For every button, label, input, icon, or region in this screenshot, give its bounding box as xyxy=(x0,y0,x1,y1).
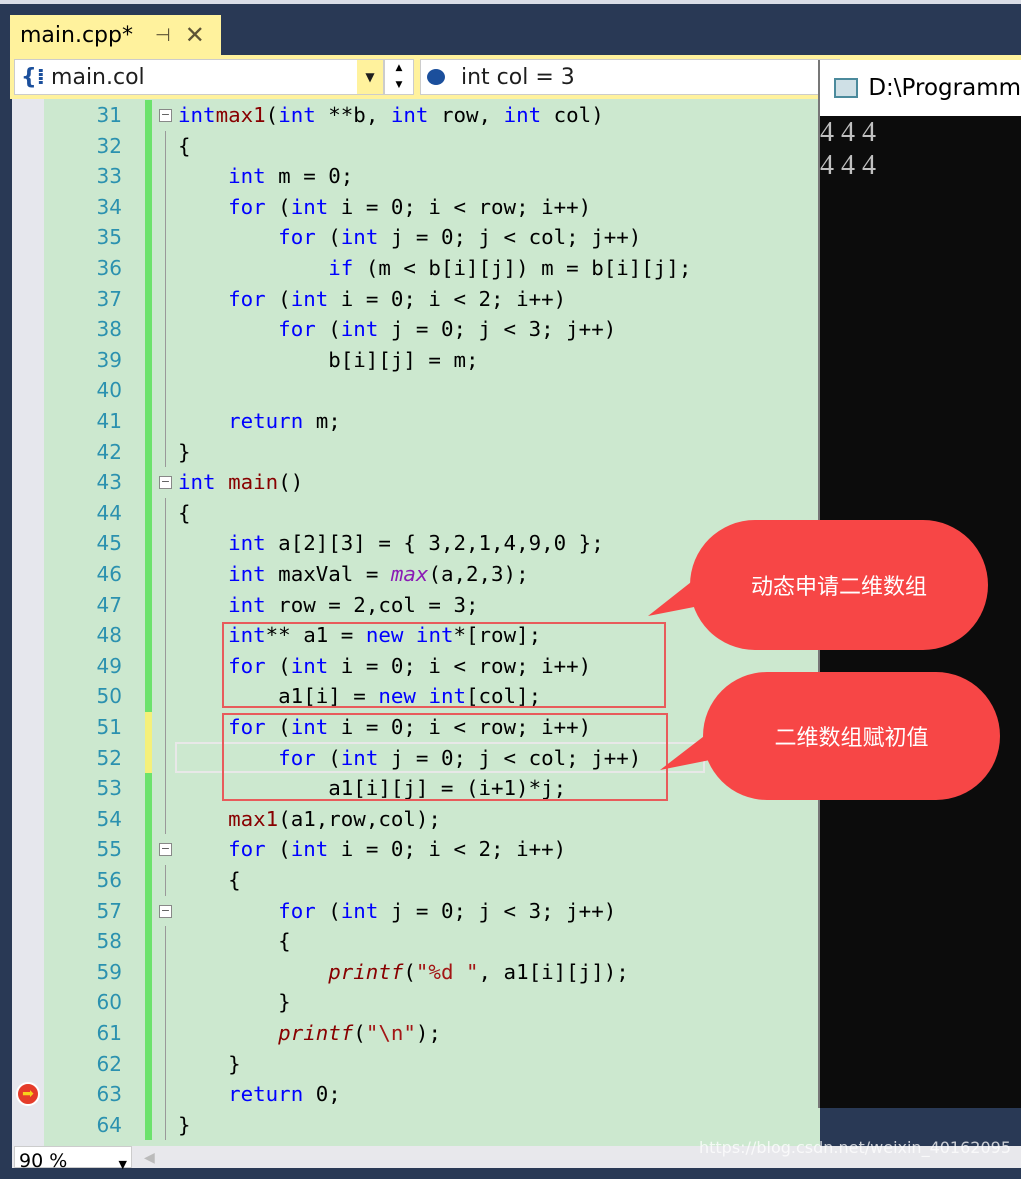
horizontal-scrollbar[interactable]: ◀ xyxy=(144,1150,155,1166)
chevron-down-icon: ▼ xyxy=(118,1158,127,1171)
zoom-value: 90 % xyxy=(19,1150,68,1172)
zoom-dropdown[interactable]: 90 % ▼ xyxy=(14,1146,132,1172)
callout-dynamic-allocation: 动态申请二维数组 xyxy=(690,520,988,650)
watermark: https://blog.csdn.net/weixin_40162095 xyxy=(698,1138,1011,1157)
callout-initial-values: 二维数组赋初值 xyxy=(703,672,1000,800)
